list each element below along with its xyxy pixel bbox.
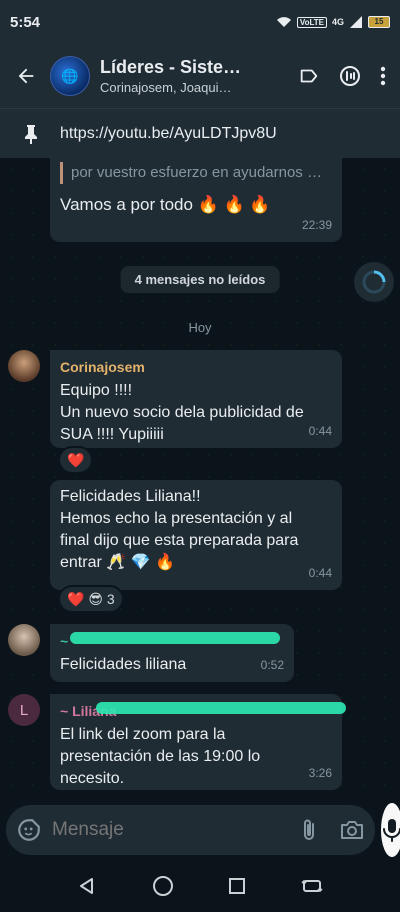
avatar[interactable] <box>8 624 40 656</box>
rotate-icon[interactable] <box>301 877 323 895</box>
message-line: Un nuevo socio dela publicidad de <box>60 404 304 421</box>
chat-area[interactable]: por vuestro esfuerzo en ayudarnos … Vamo… <box>0 158 400 800</box>
message-bubble[interactable]: Felicidades Liliana!! Hemos echo la pres… <box>50 480 342 590</box>
call-add-icon[interactable] <box>338 64 362 88</box>
header-actions <box>298 64 386 88</box>
pin-icon <box>25 124 37 144</box>
message-time: 0:44 <box>308 424 332 438</box>
message-bubble[interactable]: por vuestro esfuerzo en ayudarnos … Vamo… <box>50 158 342 242</box>
composer <box>0 800 400 860</box>
status-bar: 5:54 VoLTE 4G 15 <box>0 0 400 44</box>
pinned-text: https://youtu.be/AyuLDTJpv8U <box>60 124 277 142</box>
message-time: 0:52 <box>260 658 284 672</box>
message-text: Vamos a por todo 🔥 🔥 🔥 <box>60 195 271 214</box>
message-line: entrar 🥂 💎 🔥 <box>60 554 175 571</box>
message-line: final dijo que esta preparada para <box>60 532 299 549</box>
network-label: 4G <box>331 17 344 27</box>
signal-icon <box>350 16 362 28</box>
message-bubble[interactable]: Corinajosem Equipo !!!! Un nuevo socio d… <box>50 350 342 448</box>
message-line: El link del zoom para la <box>60 726 226 743</box>
redaction-mark <box>70 632 280 644</box>
avatar-letter: L <box>19 701 29 719</box>
paperclip-icon[interactable] <box>297 818 321 842</box>
message-time: 0:44 <box>308 566 332 580</box>
avatar[interactable]: L <box>8 694 40 726</box>
status-icons: VoLTE 4G 15 <box>276 16 390 28</box>
mic-button[interactable] <box>381 803 400 857</box>
camera-icon[interactable] <box>339 818 365 842</box>
sticker-icon[interactable] <box>16 817 42 843</box>
chat-header: 🌐 Líderes - Siste… Corinajosem, Joaqui… <box>0 44 400 108</box>
message-time: 3:26 <box>308 766 332 780</box>
avatar[interactable] <box>8 350 40 382</box>
nav-home-icon[interactable] <box>152 875 174 897</box>
battery-icon: 15 <box>368 16 390 28</box>
label-icon[interactable] <box>298 65 320 87</box>
date-separator: Hoy <box>188 320 212 335</box>
message-line: presentación de las 19:00 lo <box>60 748 261 765</box>
chat-title-block[interactable]: Líderes - Siste… Corinajosem, Joaqui… <box>100 57 298 95</box>
clock: 5:54 <box>10 13 41 31</box>
reaction-badge[interactable]: ❤️ <box>58 446 94 474</box>
message-line: SUA !!!! Yupiiiii <box>60 426 164 443</box>
arrow-left-icon[interactable] <box>8 58 44 94</box>
unread-count-pill: 4 mensajes no leídos <box>120 266 280 293</box>
composer-pill <box>6 805 375 855</box>
message-line: necesito. <box>60 770 125 787</box>
pinned-message[interactable]: https://youtu.be/AyuLDTJpv8U <box>0 108 400 158</box>
reaction-count: 3 <box>106 591 115 607</box>
message-line: Equipo !!!! <box>60 382 133 399</box>
globe-icon: 🌐 <box>61 67 79 84</box>
nav-back-icon[interactable] <box>77 876 97 896</box>
reaction-emojis: ❤️ 😎 <box>67 590 103 607</box>
mic-icon <box>383 819 400 842</box>
chat-subtitle: Corinajosem, Joaqui… <box>100 80 232 95</box>
heart-icon: ❤️ <box>67 451 85 468</box>
message-line: Hemos echo la presentación y al <box>60 510 293 527</box>
system-nav-bar <box>0 860 400 912</box>
sender-name[interactable]: Corinajosem <box>60 356 332 378</box>
reaction-badge[interactable]: ❤️ 😎 3 <box>58 585 124 613</box>
quoted-text: por vuestro esfuerzo en ayudarnos … <box>60 162 332 184</box>
message-input[interactable] <box>42 819 297 841</box>
message-time: 22:39 <box>301 218 332 232</box>
chat-title: Líderes - Siste… <box>100 57 242 77</box>
volte-badge: VoLTE <box>296 16 327 28</box>
message-line: Felicidades Liliana!! <box>60 488 201 505</box>
more-vert-icon[interactable] <box>380 65 386 87</box>
scroll-down-icon[interactable] <box>354 262 394 302</box>
group-avatar[interactable]: 🌐 <box>50 56 90 96</box>
wifi-icon <box>276 17 291 27</box>
message-text: Felicidades liliana <box>60 656 187 673</box>
redaction-mark <box>96 702 346 714</box>
nav-recents-icon[interactable] <box>228 877 246 895</box>
